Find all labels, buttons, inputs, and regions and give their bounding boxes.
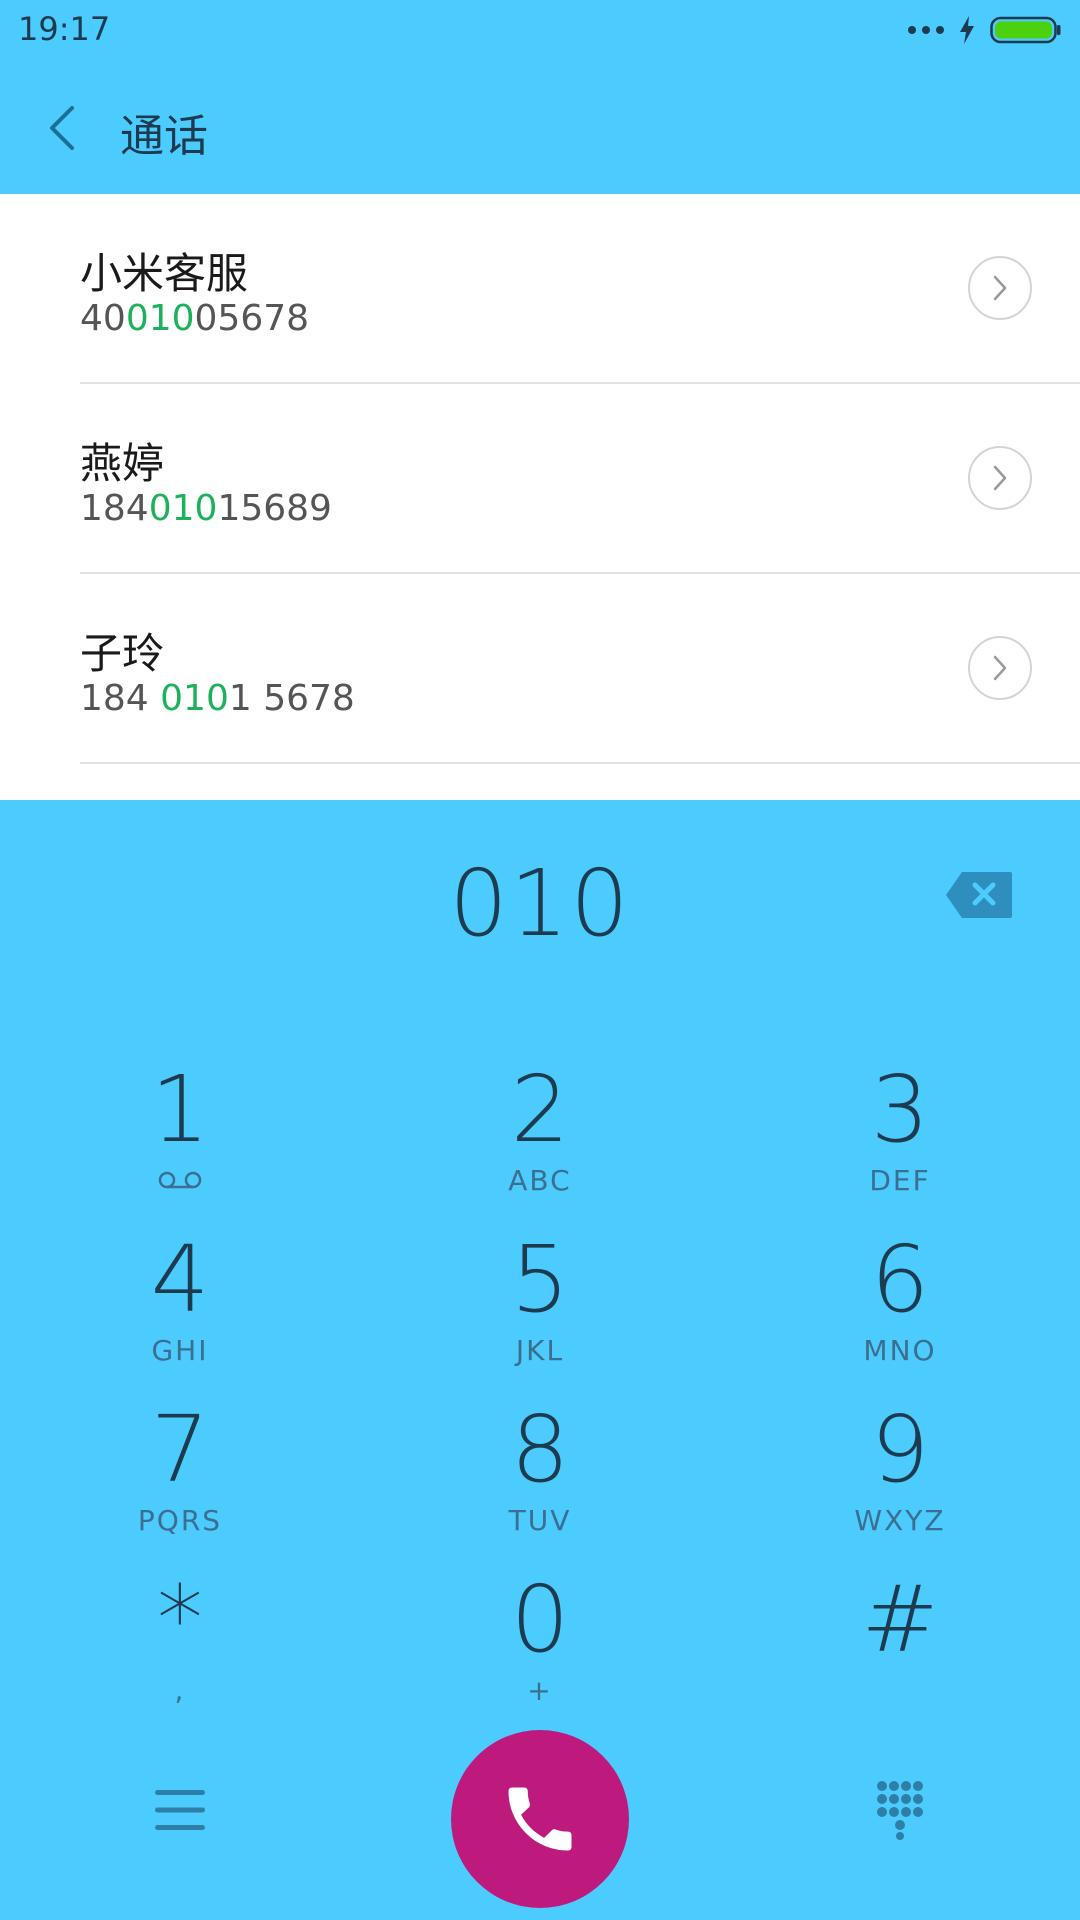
call-button[interactable] [451, 1730, 629, 1908]
number-suffix: 1 5678 [228, 678, 355, 719]
key-digit: 0 [510, 1566, 570, 1673]
contact-name: 燕婷 [80, 439, 165, 488]
key-digit: 3 [870, 1056, 930, 1163]
dialed-number: 010 [449, 850, 631, 957]
key-letters: TUV [508, 1504, 572, 1537]
contact-name: 小米客服 [80, 249, 249, 298]
contact-number: 4001005678 [80, 298, 309, 339]
key-2[interactable]: 2 ABC [360, 1050, 720, 1220]
key-0[interactable]: 0 + [360, 1560, 720, 1730]
menu-button[interactable] [150, 1780, 210, 1840]
key-digit: 9 [870, 1396, 930, 1503]
key-digit: 4 [150, 1226, 210, 1333]
menu-icon [155, 1790, 205, 1830]
key-letters: DEF [869, 1164, 931, 1197]
backspace-button[interactable] [944, 870, 1014, 920]
key-digit: 7 [150, 1396, 210, 1503]
key-3[interactable]: 3 DEF [720, 1050, 1080, 1220]
number-prefix: 184 [80, 488, 149, 529]
key-letters: + [527, 1674, 553, 1707]
back-button[interactable] [34, 92, 90, 164]
status-bar: 19:17 [0, 0, 1080, 62]
dial-display: 010 [0, 800, 1080, 1000]
key-5[interactable]: 5 JKL [360, 1220, 720, 1390]
key-digit: 5 [510, 1226, 570, 1333]
key-6[interactable]: 6 MNO [720, 1220, 1080, 1390]
key-letters: PQRS [137, 1504, 223, 1537]
key-9[interactable]: 9 WXYZ [720, 1390, 1080, 1560]
number-match: 010 [148, 488, 218, 529]
chevron-right-icon [993, 465, 1007, 491]
voicemail-icon [158, 1171, 202, 1189]
key-digit: * [157, 1566, 203, 1673]
dialpad-toggle-button[interactable] [870, 1770, 930, 1850]
list-item[interactable]: 子玲 184 0101 5678 [0, 574, 1080, 764]
contact-detail-button[interactable] [968, 256, 1032, 320]
number-suffix: 05678 [194, 298, 310, 339]
contact-number: 18401015689 [80, 488, 332, 529]
key-digit: # [861, 1566, 939, 1673]
key-1[interactable]: 1 [0, 1050, 360, 1220]
page-title: 通话 [120, 111, 208, 162]
key-digit: 1 [150, 1056, 210, 1163]
contact-results-list: 小米客服 4001005678 燕婷 18401015689 子玲 184 01… [0, 194, 1080, 800]
key-8[interactable]: 8 TUV [360, 1390, 720, 1560]
key-letters: ABC [508, 1164, 572, 1197]
number-match: 010 [160, 678, 229, 719]
key-4[interactable]: 4 GHI [0, 1220, 360, 1390]
contact-detail-button[interactable] [968, 636, 1032, 700]
more-dots-icon [908, 26, 944, 34]
number-match: 010 [125, 298, 195, 339]
chevron-left-icon [50, 106, 74, 150]
divider [80, 762, 1080, 764]
backspace-icon [946, 872, 1012, 918]
list-item[interactable]: 小米客服 4001005678 [0, 194, 1080, 384]
key-7[interactable]: 7 PQRS [0, 1390, 360, 1560]
contact-detail-button[interactable] [968, 446, 1032, 510]
key-digit: 8 [510, 1396, 570, 1503]
number-prefix: 184 [80, 678, 161, 719]
key-letters: WXYZ [854, 1504, 946, 1537]
bottom-action-bar [0, 1730, 1080, 1920]
key-letters: , [174, 1674, 186, 1707]
number-suffix: 15689 [217, 488, 332, 529]
key-digit: 6 [870, 1226, 930, 1333]
contact-number: 184 0101 5678 [80, 678, 355, 719]
list-item[interactable]: 燕婷 18401015689 [0, 384, 1080, 574]
key-hash[interactable]: # [720, 1560, 1080, 1730]
contact-name: 子玲 [80, 629, 165, 678]
chevron-right-icon [993, 655, 1007, 681]
dialpad: 1 2 ABC 3 DEF 4 GHI 5 JKL 6 MNO 7 PQRS 8… [0, 1050, 1080, 1730]
charging-bolt-icon [960, 16, 974, 44]
key-letters: MNO [863, 1334, 937, 1367]
key-letters: GHI [151, 1334, 209, 1367]
key-digit: 2 [510, 1056, 570, 1163]
phone-icon [508, 1787, 572, 1851]
key-star[interactable]: * , [0, 1560, 360, 1730]
battery-icon [990, 16, 1061, 44]
chevron-right-icon [993, 275, 1007, 301]
dialpad-icon [877, 1781, 923, 1840]
number-prefix: 40 [80, 298, 126, 339]
status-icons [908, 14, 1062, 46]
app-header: 通话 [0, 62, 1080, 194]
status-time: 19:17 [18, 10, 111, 48]
key-letters: JKL [515, 1334, 565, 1367]
